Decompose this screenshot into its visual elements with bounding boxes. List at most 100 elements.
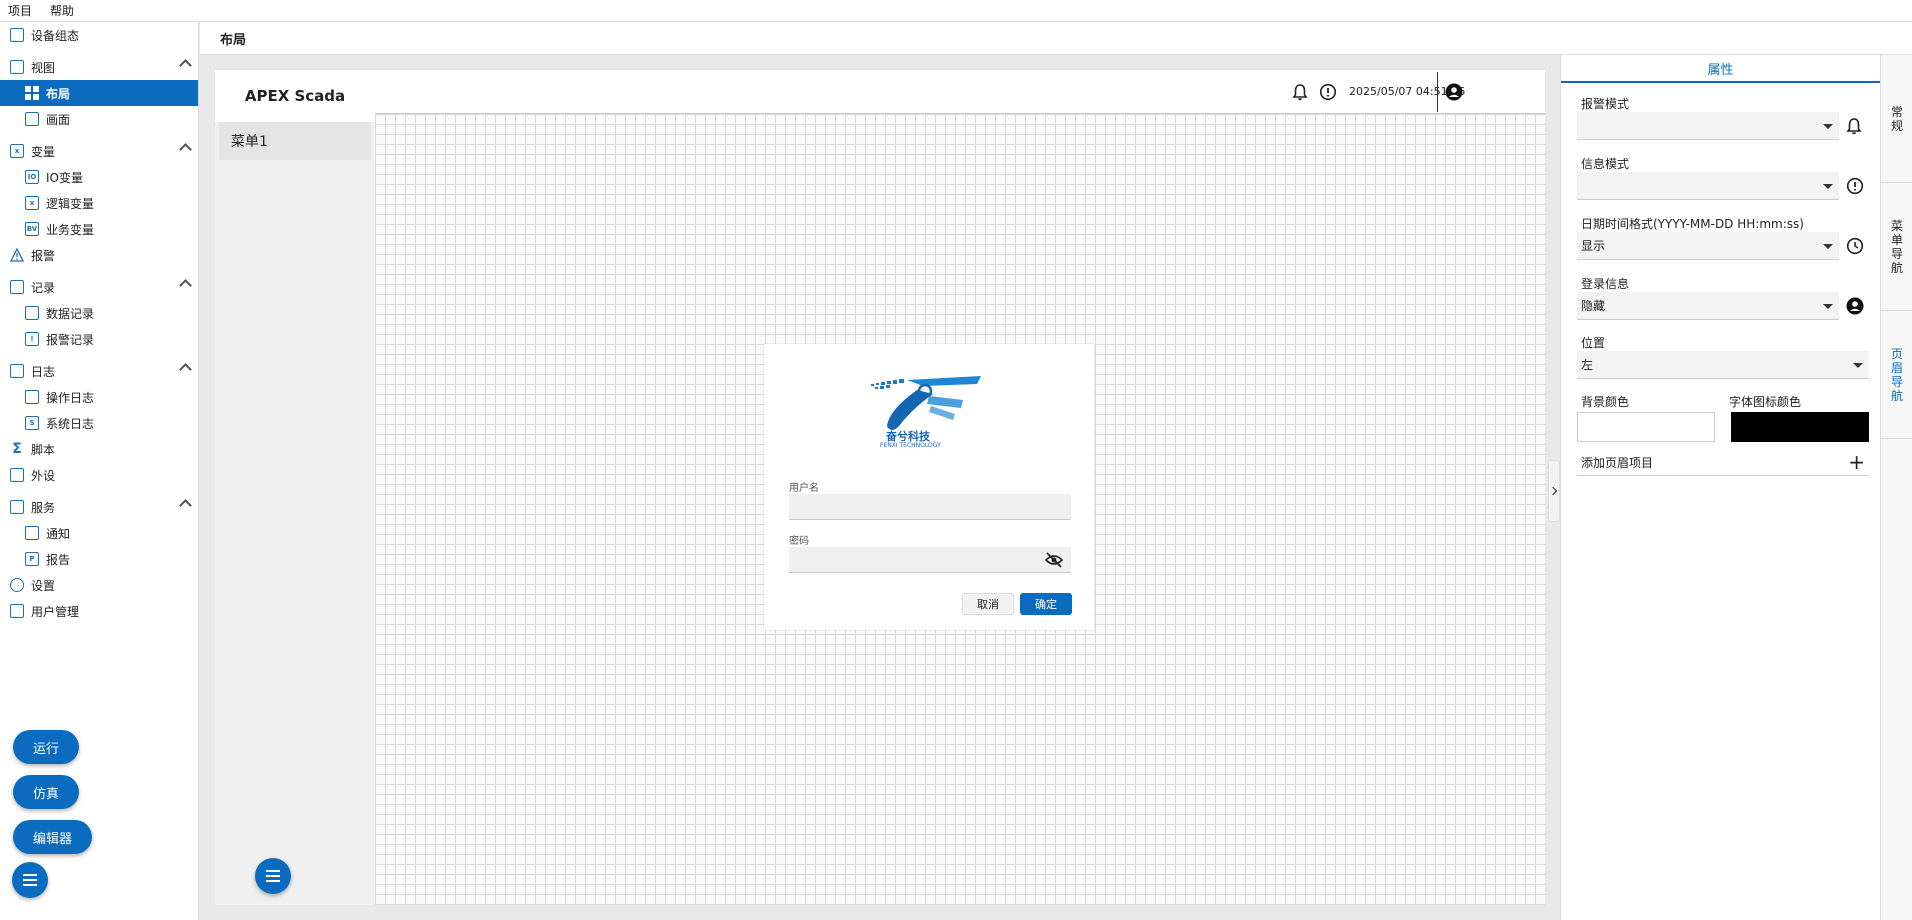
preview-brand: APEX Scada	[215, 70, 375, 122]
sidebar-item-screen[interactable]: 画面	[0, 106, 198, 132]
sidebar-group-view[interactable]: 视图	[0, 54, 198, 80]
sidebar-item-business-variable[interactable]: BV 业务变量	[0, 216, 198, 242]
datetime-format-select[interactable]: 显示	[1577, 232, 1839, 260]
preview-left-menu: APEX Scada 菜单1	[215, 70, 375, 905]
account-circle-icon[interactable]	[1445, 83, 1463, 105]
chevron-up-icon[interactable]	[179, 279, 192, 292]
sidebar-item-label: 外设	[31, 468, 56, 483]
clock-icon	[1846, 237, 1864, 259]
sidebar-item-logic-variable[interactable]: x 逻辑变量	[0, 190, 198, 216]
tab-general[interactable]: 常规	[1881, 55, 1912, 183]
datetime-format-value: 显示	[1581, 239, 1606, 253]
sidebar-item-label: 记录	[31, 280, 56, 295]
info-alert-icon[interactable]	[1319, 83, 1337, 105]
properties-panel: 属性 报警模式 信息模式 日期时间格式(YYYY-MM-DD HH:mm:ss)…	[1560, 55, 1880, 920]
username-label: 用户名	[789, 483, 819, 494]
simulate-button[interactable]: 仿真	[13, 775, 79, 809]
username-field[interactable]	[789, 494, 1071, 520]
panel-collapse-toggle[interactable]	[1548, 460, 1560, 522]
sidebar-item-label: 布局	[46, 86, 71, 101]
sidebar-item-script[interactable]: Σ 脚本	[0, 436, 198, 462]
properties-title: 属性	[1561, 55, 1880, 83]
dropdown-caret-icon	[1823, 124, 1833, 129]
sidebar-item-io-variable[interactable]: IO IO变量	[0, 164, 198, 190]
preview-menu-item[interactable]: 菜单1	[219, 122, 371, 160]
password-label: 密码	[789, 536, 809, 547]
run-button[interactable]: 运行	[13, 730, 79, 764]
data-record-icon	[25, 306, 39, 320]
dropdown-caret-icon	[1853, 363, 1863, 368]
chevron-up-icon[interactable]	[179, 143, 192, 156]
sidebar-item-report[interactable]: P 报告	[0, 546, 198, 572]
info-mode-label: 信息模式	[1581, 157, 1630, 171]
tab-menu-nav[interactable]: 菜单导航	[1881, 183, 1912, 311]
bell-icon[interactable]	[1292, 83, 1308, 105]
sidebar-item-label: 数据记录	[46, 306, 95, 321]
sidebar-item-label: 变量	[31, 144, 56, 159]
menu-help[interactable]: 帮助	[50, 2, 74, 19]
preview-menu-fab-button[interactable]	[255, 858, 291, 894]
layout-grid-icon	[25, 86, 39, 100]
sidebar-item-label: 用户管理	[31, 604, 80, 619]
chevron-up-icon[interactable]	[179, 59, 192, 72]
datetime-format-label: 日期时间格式(YYYY-MM-DD HH:mm:ss)	[1581, 217, 1804, 231]
info-mode-select[interactable]	[1577, 172, 1839, 200]
sidebar-item-data-record[interactable]: 数据记录	[0, 300, 198, 326]
menu-fab-button[interactable]	[12, 862, 48, 898]
eye-off-icon[interactable]	[1044, 552, 1064, 572]
alarm-mode-select[interactable]	[1577, 112, 1839, 140]
system-log-icon: S	[25, 416, 39, 430]
sidebar-item-label: 报警	[31, 248, 56, 263]
sidebar-group-service[interactable]: 服务	[0, 494, 198, 520]
font-icon-color-swatch[interactable]	[1731, 412, 1869, 442]
sidebar-item-device-config[interactable]: 设备组态	[0, 22, 198, 48]
sidebar: 设备组态 视图 布局 画面 x 变量 IO IO变量 x 逻辑变量 BV 业务变…	[0, 22, 199, 920]
login-info-select[interactable]: 隐藏	[1577, 292, 1839, 320]
confirm-button[interactable]: 确定	[1020, 593, 1072, 615]
position-select[interactable]: 左	[1577, 351, 1869, 379]
sidebar-item-alarm-record[interactable]: ! 报警记录	[0, 326, 198, 352]
sidebar-item-user-management[interactable]: 用户管理	[0, 598, 198, 624]
sidebar-item-notification[interactable]: 通知	[0, 520, 198, 546]
sidebar-item-layout[interactable]: 布局	[0, 80, 198, 106]
cancel-button[interactable]: 取消	[962, 593, 1014, 615]
sidebar-item-label: 通知	[46, 526, 71, 541]
sidebar-item-label: 报警记录	[46, 332, 95, 347]
editor-button[interactable]: 编辑器	[13, 820, 92, 854]
sidebar-item-alarm[interactable]: 报警	[0, 242, 198, 268]
info-alert-icon	[1846, 177, 1864, 199]
sidebar-item-label: 设备组态	[31, 28, 80, 43]
sidebar-item-system-log[interactable]: S 系统日志	[0, 410, 198, 436]
menu-project[interactable]: 项目	[8, 2, 32, 19]
company-logo	[869, 374, 989, 436]
add-header-item-row[interactable]: 添加页眉项目 +	[1577, 450, 1869, 476]
alarm-warning-icon	[10, 248, 24, 262]
sidebar-item-operation-log[interactable]: 操作日志	[0, 384, 198, 410]
bg-color-swatch[interactable]	[1577, 412, 1715, 442]
plus-icon[interactable]: +	[1848, 451, 1865, 473]
sidebar-item-label: 脚本	[31, 442, 56, 457]
sidebar-item-label: 系统日志	[46, 416, 95, 431]
device-config-icon	[10, 28, 24, 42]
sidebar-group-variable[interactable]: x 变量	[0, 138, 198, 164]
sidebar-item-settings[interactable]: 设置	[0, 572, 198, 598]
log-icon	[10, 364, 24, 378]
chevron-up-icon[interactable]	[179, 499, 192, 512]
chevron-up-icon[interactable]	[179, 363, 192, 376]
sidebar-item-label: 设置	[31, 578, 56, 593]
tab-header-nav[interactable]: 页眉导航	[1881, 311, 1912, 439]
notification-icon	[25, 526, 39, 540]
sidebar-item-label: 操作日志	[46, 390, 95, 405]
sidebar-group-log[interactable]: 日志	[0, 358, 198, 384]
login-info-value: 隐藏	[1581, 299, 1606, 313]
header-divider	[1437, 72, 1438, 112]
alarm-record-icon: !	[25, 332, 39, 346]
sidebar-item-peripheral[interactable]: 外设	[0, 462, 198, 488]
chevron-right-icon	[1548, 486, 1557, 496]
hamburger-icon	[23, 874, 37, 876]
user-management-icon	[10, 604, 24, 618]
right-tab-rail: 常规 菜单导航 页眉导航	[1880, 55, 1912, 920]
sidebar-group-record[interactable]: 记录	[0, 274, 198, 300]
password-field[interactable]	[789, 547, 1071, 573]
font-icon-color-label: 字体图标颜色	[1729, 395, 1802, 409]
